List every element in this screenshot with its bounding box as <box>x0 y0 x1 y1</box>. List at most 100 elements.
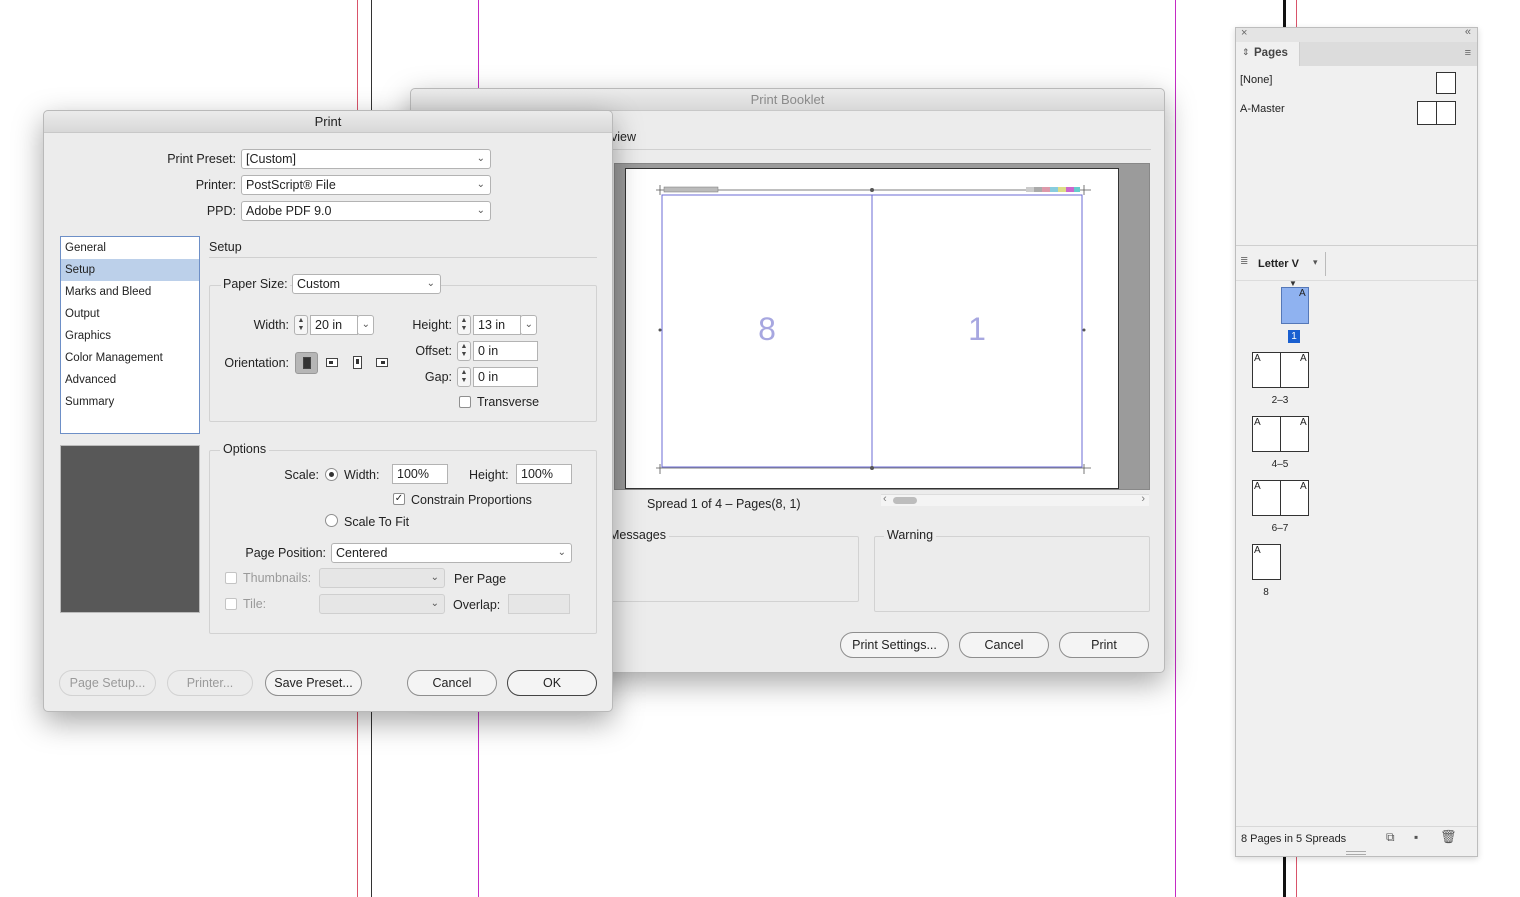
setup-heading: Setup <box>209 240 242 254</box>
paper-size-select[interactable]: Custom ⌄ <box>292 274 441 294</box>
nav-item-setup[interactable]: Setup <box>61 259 199 281</box>
spread-label: 2–3 <box>1271 395 1289 406</box>
overlap-label: Overlap: <box>453 598 501 612</box>
right-page-number: 1 <box>968 311 986 347</box>
pages-panel: × « ⇕ Pages ≡ [None] A-Master ≣ Letter V… <box>1235 26 1478 857</box>
scale-width-field[interactable]: 100% <box>392 464 448 484</box>
printer-select[interactable]: PostScript® File ⌄ <box>241 175 491 195</box>
overlap-field[interactable] <box>508 594 570 614</box>
print-preset-select[interactable]: [Custom] ⌄ <box>241 149 491 169</box>
page-1-number: 1 <box>1288 330 1300 343</box>
page-3-master-prefix: A <box>1300 353 1307 364</box>
page-6-master-prefix: A <box>1254 481 1261 492</box>
dialog-title: Print <box>44 111 612 133</box>
chevron-down-icon: ⌄ <box>426 278 435 289</box>
nav-item-color-management[interactable]: Color Management <box>61 347 199 369</box>
grip-icon: ≣ <box>1240 256 1249 267</box>
category-list: General Setup Marks and Bleed Output Gra… <box>60 236 200 434</box>
a-master-label[interactable]: A-Master <box>1240 103 1285 115</box>
guide-line <box>1175 0 1176 897</box>
reverse-portrait-orientation-icon[interactable] <box>346 352 369 374</box>
height-stepper[interactable]: ▲ ▼ <box>457 315 471 335</box>
width-unit-dropdown[interactable]: ⌄ <box>357 315 374 335</box>
page-4-master-prefix: A <box>1254 417 1261 428</box>
booklet-print-button[interactable]: Print <box>1059 632 1149 658</box>
page-8-master-prefix: A <box>1254 545 1261 556</box>
close-icon[interactable]: × <box>1241 27 1247 39</box>
print-dialog: Print Print Preset: [Custom] ⌄ Printer: P… <box>43 110 613 712</box>
preview-area: 8 1 <box>614 163 1150 490</box>
trash-icon[interactable]: 🗑 <box>1440 829 1457 845</box>
orientation-label: Orientation: <box>224 356 289 370</box>
chevron-down-icon[interactable]: ▾ <box>1313 257 1318 268</box>
constrain-proportions-checkbox[interactable]: ✓ <box>393 493 405 505</box>
a-master-thumbnail-right[interactable] <box>1436 101 1456 125</box>
scroll-thumb[interactable] <box>893 497 917 504</box>
transverse-label: Transverse <box>477 395 540 409</box>
booklet-cancel-button[interactable]: Cancel <box>959 632 1049 658</box>
scale-height-field[interactable]: 100% <box>516 464 572 484</box>
printer-label: Printer: <box>195 178 236 192</box>
transverse-checkbox[interactable] <box>459 396 471 408</box>
nav-item-general[interactable]: General <box>61 237 199 259</box>
nav-item-graphics[interactable]: Graphics <box>61 325 199 347</box>
none-master-label[interactable]: [None] <box>1240 74 1272 86</box>
ppd-select[interactable]: Adobe PDF 9.0 ⌄ <box>241 201 491 221</box>
reverse-landscape-orientation-icon[interactable] <box>371 352 394 374</box>
portrait-orientation-icon[interactable] <box>295 352 318 374</box>
thumbnails-select[interactable]: ⌄ <box>319 568 445 588</box>
scale-to-fit-radio[interactable] <box>325 514 338 527</box>
tab-pages[interactable]: ⇕ Pages <box>1236 42 1300 66</box>
print-settings-button[interactable]: Print Settings... <box>840 632 949 658</box>
height-field[interactable]: 13 in <box>473 315 521 335</box>
width-field[interactable]: 20 in <box>310 315 358 335</box>
tab-preview[interactable]: view <box>611 130 636 144</box>
width-stepper[interactable]: ▲ ▼ <box>294 315 308 335</box>
setup-divider <box>209 257 597 258</box>
thumbnails-checkbox[interactable] <box>225 572 237 584</box>
ok-button[interactable]: OK <box>507 670 597 696</box>
tile-select[interactable]: ⌄ <box>319 594 445 614</box>
none-master-thumbnail[interactable] <box>1436 72 1456 94</box>
save-preset-button[interactable]: Save Preset... <box>265 670 362 696</box>
panel-divider <box>1236 245 1477 246</box>
chevron-down-icon: ⌄ <box>476 205 485 216</box>
page-setup-button[interactable]: Page Setup... <box>59 670 156 696</box>
resize-grip-icon[interactable] <box>1346 851 1366 855</box>
page-preview-thumbnail <box>60 445 200 613</box>
preview-scrollbar[interactable]: ‹ › <box>881 493 1149 506</box>
scroll-right-icon[interactable]: › <box>1141 493 1145 505</box>
panel-menu-icon[interactable]: ≡ <box>1465 47 1471 59</box>
page-size-label[interactable]: Letter V <box>1258 258 1299 270</box>
gap-field[interactable]: 0 in <box>473 367 538 387</box>
edit-page-size-icon[interactable]: ⧉ <box>1386 830 1395 845</box>
cancel-button[interactable]: Cancel <box>407 670 497 696</box>
collapse-icon[interactable]: « <box>1465 26 1471 38</box>
new-page-icon[interactable]: ▪ <box>1414 830 1418 844</box>
spread-label: 4–5 <box>1271 459 1289 470</box>
panel-divider <box>1236 280 1477 281</box>
landscape-orientation-icon[interactable] <box>321 352 344 374</box>
size-divider <box>1325 252 1326 276</box>
nav-item-output[interactable]: Output <box>61 303 199 325</box>
scale-to-fit-label: Scale To Fit <box>344 515 410 529</box>
offset-field[interactable]: 0 in <box>473 341 538 361</box>
a-master-thumbnail-left[interactable] <box>1417 101 1437 125</box>
scale-width-radio[interactable] <box>325 468 338 481</box>
scale-label: Scale: <box>284 468 319 482</box>
offset-stepper[interactable]: ▲ ▼ <box>457 341 471 361</box>
tile-checkbox[interactable] <box>225 598 237 610</box>
preview-sheet: 8 1 <box>625 168 1119 489</box>
warning-label: Warning <box>884 528 937 542</box>
gap-stepper[interactable]: ▲ ▼ <box>457 367 471 387</box>
options-heading: Options <box>220 442 270 456</box>
height-unit-dropdown[interactable]: ⌄ <box>520 315 537 335</box>
nav-item-summary[interactable]: Summary <box>61 391 199 413</box>
scroll-left-icon[interactable]: ‹ <box>883 493 887 505</box>
panel-header-bar: × « <box>1236 26 1477 42</box>
printer-button[interactable]: Printer... <box>167 670 253 696</box>
nav-item-advanced[interactable]: Advanced <box>61 369 199 391</box>
page-position-select[interactable]: Centered ⌄ <box>331 543 572 563</box>
chevron-down-icon: ⌄ <box>557 547 566 558</box>
nav-item-marks-and-bleed[interactable]: Marks and Bleed <box>61 281 199 303</box>
